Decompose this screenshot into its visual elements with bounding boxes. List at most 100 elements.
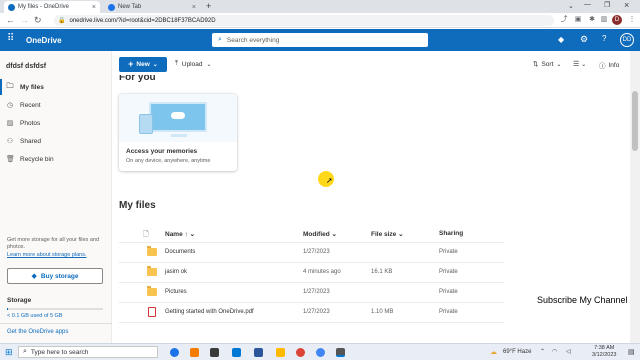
file-type-header-icon: 🗋: [143, 231, 149, 238]
chevron-down-icon: ⌄: [206, 61, 212, 68]
get-apps-link[interactable]: Get the OneDrive apps: [7, 329, 68, 335]
wifi-icon[interactable]: ◠: [552, 348, 557, 355]
file-name[interactable]: Getting started with OneDrive.pdf: [165, 309, 254, 315]
address-bar[interactable]: 🔒 onedrive.live.com/?id=root&cid=2DBC18F…: [54, 15, 554, 26]
app-name[interactable]: OneDrive: [26, 36, 62, 45]
tray-chevron-up-icon[interactable]: ⌃: [540, 348, 545, 355]
search-input[interactable]: Search everything: [227, 37, 279, 44]
user-avatar[interactable]: DD: [620, 33, 634, 47]
folder-icon: [147, 246, 157, 256]
people-icon: ⚇: [6, 138, 14, 145]
sidebar-item-photos[interactable]: ▨ Photos: [0, 115, 112, 131]
folder-icon: [147, 266, 157, 276]
buy-storage-label: Buy storage: [40, 272, 79, 280]
reload-icon[interactable]: ↻: [34, 15, 42, 25]
user-name: dfdsf dsfdsf: [6, 63, 47, 70]
table-row[interactable]: Pictures 1/27/2023 Private: [119, 283, 504, 303]
file-sharing: Private: [439, 309, 458, 315]
search-box[interactable]: ⌕ Search everything: [212, 33, 428, 47]
share-icon[interactable]: ⤴: [560, 16, 568, 24]
screenshot-icon[interactable]: ▣: [574, 16, 582, 24]
clock-time: 7:38 AM: [594, 345, 615, 351]
view-options-button[interactable]: ☰ ⌄: [573, 60, 586, 68]
windows-start-icon[interactable]: ⊞: [5, 347, 13, 357]
close-tab-icon[interactable]: ×: [192, 4, 196, 11]
file-name[interactable]: Pictures: [165, 289, 187, 295]
file-size: 16.1 KB: [371, 269, 393, 275]
taskbar-search[interactable]: ⌕ Type here to search: [18, 346, 158, 358]
tab-search-icon[interactable]: ⌄: [568, 2, 574, 10]
taskbar-clock[interactable]: 7:38 AM 3/12/2023: [592, 345, 616, 359]
column-header-sharing[interactable]: Sharing: [439, 230, 463, 237]
chevron-down-icon: ⌄: [398, 231, 404, 238]
folder-icon: 🗀: [6, 82, 14, 90]
file-name[interactable]: Documents: [165, 249, 195, 255]
profile-avatar[interactable]: D: [612, 15, 622, 25]
sidepanel-icon[interactable]: ▥: [600, 16, 608, 24]
file-explorer-icon[interactable]: [276, 348, 285, 357]
weather-text[interactable]: 69°F Haze: [503, 349, 531, 355]
new-button[interactable]: + New ⌄: [119, 57, 167, 72]
tab-new-tab[interactable]: New Tab ×: [104, 1, 200, 13]
sidebar-item-my-files[interactable]: 🗀 My files: [0, 79, 112, 95]
close-tab-icon[interactable]: ×: [92, 4, 96, 11]
file-modified: 4 minutes ago: [303, 269, 341, 275]
file-name[interactable]: jasim ok: [165, 269, 187, 275]
chevron-down-icon: ⌄: [581, 61, 587, 68]
vlc-app-icon[interactable]: [190, 348, 199, 357]
settings-gear-icon[interactable]: ⚙: [580, 34, 588, 45]
recorder-app-icon[interactable]: [336, 348, 345, 357]
file-sharing: Private: [439, 249, 458, 255]
storage-plans-link[interactable]: Learn more about storage plans.: [7, 252, 87, 258]
onedrive-favicon-icon: [8, 3, 15, 11]
memories-card[interactable]: Access your memories On any device, anyw…: [119, 94, 237, 171]
table-row[interactable]: Getting started with OneDrive.pdf 1/27/2…: [119, 303, 504, 323]
chevron-down-icon: ⌄: [331, 231, 337, 238]
tab-my-files[interactable]: My files - OneDrive ×: [4, 1, 100, 13]
file-modified: 1/27/2023: [303, 309, 330, 315]
upload-button[interactable]: ⤒ Upload ⌄: [175, 60, 212, 68]
upload-icon: ⤒: [175, 60, 178, 67]
list-view-icon: ☰: [573, 61, 580, 68]
minimize-icon[interactable]: —: [584, 1, 591, 8]
back-icon[interactable]: ←: [6, 15, 15, 25]
edge-app-icon[interactable]: [170, 348, 179, 357]
chrome-profile-app-icon[interactable]: [316, 348, 325, 357]
app-launcher-icon[interactable]: ⠿: [7, 34, 14, 44]
page-scrollbar[interactable]: [630, 51, 640, 343]
column-header-name[interactable]: Name ↑ ⌄: [165, 230, 195, 238]
sidebar-item-recycle-bin[interactable]: 🗑 Recycle bin: [0, 151, 112, 167]
taskview-app-icon[interactable]: [210, 348, 219, 357]
notifications-icon[interactable]: ▤: [628, 348, 635, 356]
volume-icon[interactable]: ◁: [566, 348, 571, 355]
table-row[interactable]: Documents 1/27/2023 Private: [119, 243, 504, 263]
sidebar-item-recent[interactable]: ◷ Recent: [0, 97, 112, 113]
buy-storage-button[interactable]: ◆ Buy storage: [7, 268, 103, 284]
extensions-icon[interactable]: ✱: [588, 16, 596, 24]
premium-diamond-icon[interactable]: ◆: [558, 35, 564, 44]
sort-button[interactable]: ⇅ Sort ⌄: [533, 60, 562, 69]
maximize-icon[interactable]: ❐: [604, 1, 610, 9]
folder-icon: [147, 286, 157, 296]
forward-icon[interactable]: →: [20, 15, 29, 25]
storage-usage[interactable]: < 0.1 GB used of 5 GB: [7, 313, 63, 319]
new-tab-button[interactable]: +: [206, 1, 211, 11]
taskbar-search-input[interactable]: Type here to search: [31, 349, 88, 356]
diamond-icon: ◆: [31, 273, 37, 280]
table-row[interactable]: jasim ok 4 minutes ago 16.1 KB Private: [119, 263, 504, 283]
word-app-icon[interactable]: [254, 348, 263, 357]
column-header-modified[interactable]: Modified ⌄: [303, 230, 337, 238]
info-label: Info: [608, 61, 620, 69]
browser-menu-icon[interactable]: ⋮: [628, 16, 636, 24]
sidebar-item-shared[interactable]: ⚇ Shared: [0, 133, 112, 149]
column-header-file-size[interactable]: File size ⌄: [371, 230, 404, 238]
info-button[interactable]: ⓘ Info: [599, 60, 620, 71]
scrollbar-thumb[interactable]: [632, 91, 638, 151]
help-icon[interactable]: ?: [602, 34, 606, 43]
chrome-app-icon[interactable]: [296, 348, 305, 357]
window-close-icon[interactable]: ×: [624, 0, 629, 10]
chevron-down-icon: ⌄: [556, 61, 562, 68]
main-content: + New ⌄ ⤒ Upload ⌄ ⇅ Sort ⌄ ☰ ⌄ ⓘ Info F…: [113, 51, 630, 343]
search-icon: ⌕: [218, 36, 222, 43]
mail-app-icon[interactable]: [232, 348, 241, 357]
